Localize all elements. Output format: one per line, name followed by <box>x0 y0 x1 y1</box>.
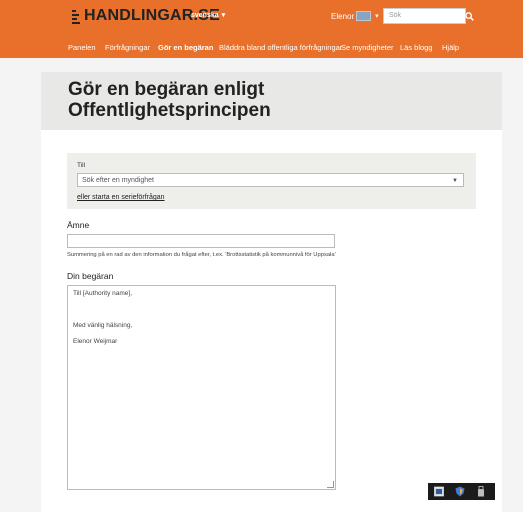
chevron-down-icon: ▾ <box>375 13 379 20</box>
avatar <box>356 11 372 21</box>
page-title-band: Gör en begäran enligt Offentlighetsprinc… <box>41 72 502 130</box>
nav-item-help[interactable]: Hjälp <box>442 43 459 52</box>
language-selector[interactable]: svenska ▾ <box>191 11 225 19</box>
nav-item-make-request[interactable]: Gör en begäran <box>158 43 213 52</box>
nav-item-authorities[interactable]: Se myndigheter <box>341 43 394 52</box>
subject-input[interactable] <box>67 234 335 248</box>
to-label: Till <box>77 162 86 169</box>
batch-request-link[interactable]: eller starta en serieförfrågan <box>77 194 165 201</box>
body-line: Elenor Weijmar <box>73 338 118 345</box>
logo-mark-icon <box>72 9 80 24</box>
usb-icon[interactable] <box>476 486 486 497</box>
site-header: HANDLINGAR.SE svenska ▾ Elenor ▾ Sök Pane… <box>0 0 523 58</box>
authority-select[interactable]: Sök efter en myndighet ▼ <box>77 173 464 187</box>
resize-handle[interactable] <box>327 481 334 488</box>
page-title-line-1: Gör en begäran enligt <box>68 79 265 100</box>
user-name: Elenor <box>331 11 355 21</box>
page-title: Gör en begäran enligt Offentlighetsprinc… <box>68 79 271 121</box>
subject-label: Ämne <box>67 220 90 230</box>
dropdown-arrow-icon: ▼ <box>452 178 458 184</box>
body-line <box>73 314 330 322</box>
body-label: Din begäran <box>67 271 114 281</box>
body-line <box>73 330 330 338</box>
main-nav: Panelen Förfrågningar Gör en begäran Blä… <box>0 38 523 56</box>
nav-item-panel[interactable]: Panelen <box>68 43 96 52</box>
body-line <box>73 306 330 314</box>
language-label: svenska <box>191 12 219 19</box>
main-content: Gör en begäran enligt Offentlighetsprinc… <box>41 72 502 512</box>
body-line <box>73 298 330 306</box>
subject-help-text: Summering på en rad av den information d… <box>67 252 336 258</box>
search-input[interactable]: Sök <box>383 8 466 24</box>
nav-item-browse-requests[interactable]: Bläddra bland offentliga förfrågningar <box>219 43 342 52</box>
shield-icon[interactable] <box>455 486 465 497</box>
system-tray <box>428 483 495 500</box>
chevron-down-icon: ▾ <box>221 12 226 19</box>
authority-select-placeholder: Sök efter en myndighet <box>82 177 154 184</box>
page-title-line-2: Offentlighetsprincipen <box>68 100 271 121</box>
window-icon[interactable] <box>434 486 444 497</box>
body-line: Till [Authority name], <box>73 290 133 297</box>
search-icon <box>464 11 474 21</box>
nav-item-blog[interactable]: Läs blogg <box>400 43 433 52</box>
user-menu[interactable]: Elenor ▾ <box>331 11 379 21</box>
nav-item-requests[interactable]: Förfrågningar <box>105 43 150 52</box>
search-button[interactable] <box>461 8 477 24</box>
authority-panel: Till Sök efter en myndighet ▼ eller star… <box>67 153 476 209</box>
body-line: Med vänlig hälsning, <box>73 322 133 329</box>
request-body-textarea[interactable]: Till [Authority name], Med vänlig hälsni… <box>67 285 336 490</box>
